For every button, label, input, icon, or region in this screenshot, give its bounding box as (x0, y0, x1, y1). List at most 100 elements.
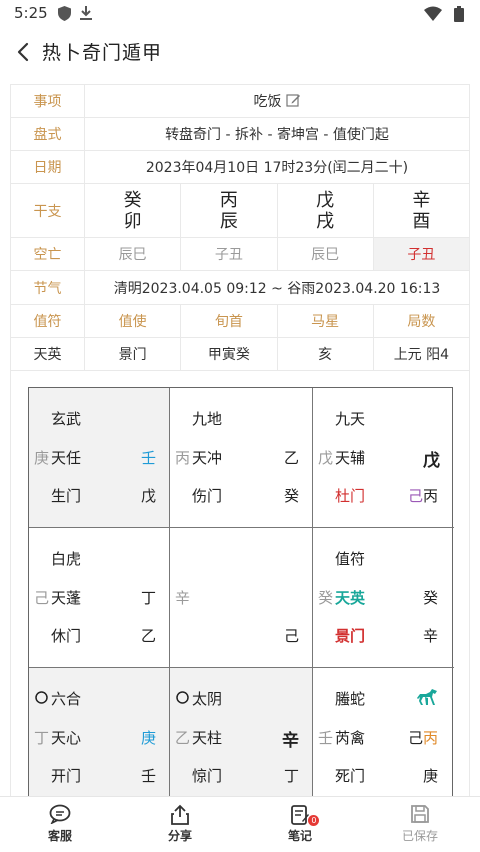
palace-door: 开门 (51, 767, 82, 785)
palace-door: 死门 (335, 767, 366, 785)
palace-star: 天冲 (192, 449, 223, 467)
palace-god: 白虎 (51, 550, 82, 568)
circle-marker-icon (176, 691, 189, 704)
date-value: 2023年04月10日 17时23分(闰二月二十) (84, 150, 470, 184)
day-pillar: 戊戌 (276, 183, 374, 238)
palace-god: 玄武 (51, 410, 82, 428)
palace-star: 天英 (335, 589, 366, 607)
chat-icon (49, 804, 71, 824)
palace-star: 天心 (51, 729, 82, 747)
palace-door: 惊门 (192, 767, 223, 785)
palace-door: 杜门 (335, 487, 366, 505)
nav-label: 分享 (167, 829, 192, 843)
year-stem: 癸 (123, 189, 142, 211)
value-xunshou: 甲寅癸 (180, 337, 278, 371)
ganzhi-label: 干支 (10, 183, 85, 238)
hidden-stem: 己 (34, 589, 50, 607)
palace-tengshe[interactable]: 螣蛇 壬 芮禽 己 丙 死门 庚 (313, 668, 454, 808)
bottom-nav: 客服 分享 0 笔记 已保存 (0, 796, 480, 852)
horse-icon (417, 689, 437, 705)
hour-stem: 辛 (412, 189, 431, 211)
heaven-stem: 壬 (141, 449, 157, 467)
month-pillar: 丙辰 (180, 183, 278, 238)
heaven-stem: 乙 (284, 449, 300, 467)
jieqi-label: 节气 (10, 270, 85, 305)
jieqi-value: 清明2023.04.05 09:12 ~ 谷雨2023.04.20 16:13 (84, 270, 470, 305)
month-branch: 辰 (219, 210, 238, 232)
palace-god: 九地 (192, 410, 223, 428)
day-kongwang: 辰巳 (276, 237, 374, 271)
date-label: 日期 (10, 150, 85, 184)
day-stem: 戊 (316, 189, 335, 211)
palace-god: 九天 (335, 410, 366, 428)
nav-label: 笔记 (287, 829, 312, 843)
shield-icon (58, 6, 71, 21)
matter-label: 事项 (10, 84, 85, 118)
pan-style-value: 转盘奇门 - 拆补 - 寄坤宫 - 值使门起 (84, 117, 470, 151)
header-zhishi: 值使 (83, 304, 182, 338)
nav-customer-service[interactable]: 客服 (0, 797, 120, 852)
hidden-stem: 戊 (318, 449, 334, 467)
nav-notes[interactable]: 0 笔记 (240, 797, 360, 852)
header-jushu: 局数 (372, 304, 471, 338)
nav-share[interactable]: 分享 (120, 797, 240, 852)
battery-icon (454, 6, 464, 22)
hidden-stem: 庚 (34, 449, 50, 467)
palace-jiudi[interactable]: 九地 丙 天冲 乙 伤门 癸 (170, 388, 313, 528)
palace-xuanwu[interactable]: 玄武 庚 天任 壬 生门 戊 (29, 388, 170, 528)
header-maxing: 马星 (276, 304, 374, 338)
value-zhifu: 天英 (10, 337, 85, 371)
heaven-stem: 丁 (141, 589, 157, 607)
kongwang-label: 空亡 (10, 237, 85, 271)
value-jushu: 上元 阳4 (372, 337, 471, 371)
palace-zhifu[interactable]: 值符 癸 天英 癸 景门 辛 (313, 528, 454, 668)
edit-icon[interactable] (285, 93, 301, 108)
earth-stem-1: 己 (408, 487, 424, 505)
year-pillar: 癸卯 (83, 183, 182, 238)
palace-center[interactable]: 辛 己 (170, 528, 313, 668)
earth-stem: 乙 (141, 627, 157, 645)
nav-label: 已保存 (401, 829, 438, 843)
pan-style-label: 盘式 (10, 117, 85, 151)
hour-pillar: 辛酉 (372, 183, 471, 238)
share-icon (171, 804, 189, 825)
heaven-stem: 庚 (141, 729, 157, 747)
palace-star: 芮禽 (335, 729, 366, 747)
palace-door: 生门 (51, 487, 82, 505)
value-zhishi: 景门 (83, 337, 182, 371)
palace-star: 天蓬 (51, 589, 82, 607)
hour-branch: 酉 (412, 210, 431, 232)
earth-stem: 壬 (141, 767, 157, 785)
palace-baihu[interactable]: 白虎 己 天蓬 丁 休门 乙 (29, 528, 170, 668)
palace-god: 值符 (335, 550, 366, 568)
download-icon (80, 6, 92, 20)
year-branch: 卯 (123, 210, 142, 232)
year-kongwang: 辰巳 (83, 237, 182, 271)
palace-taiyin[interactable]: 太阴 乙 天柱 辛 惊门 丁 (170, 668, 313, 808)
earth-stem: 庚 (423, 767, 439, 785)
palace-jiutian[interactable]: 九天 戊 天辅 戊 杜门 己 丙 (313, 388, 454, 528)
palace-star: 天辅 (335, 449, 366, 467)
palace-god: 螣蛇 (335, 690, 366, 708)
palace-liuhe[interactable]: 六合 丁 天心 庚 开门 壬 (29, 668, 170, 808)
earth-stem: 癸 (284, 487, 300, 505)
earth-stem: 丁 (284, 767, 300, 785)
earth-stem: 己 (284, 627, 300, 645)
status-bar: 5:25 (0, 0, 480, 28)
value-maxing: 亥 (276, 337, 374, 371)
matter-cell[interactable]: 吃饭 (84, 84, 470, 118)
palace-god: 六合 (51, 690, 82, 708)
page-title: 热卜奇门遁甲 (42, 42, 163, 64)
palace-grid: 玄武 庚 天任 壬 生门 戊 九地 丙 天冲 乙 伤门 癸 九天 戊 天辅 戊 … (28, 387, 454, 809)
heaven-stem: 戊 (423, 451, 440, 471)
hour-kongwang: 子丑 (372, 237, 471, 271)
palace-board: 玄武 庚 天任 壬 生门 戊 九地 丙 天冲 乙 伤门 癸 九天 戊 天辅 戊 … (10, 370, 470, 809)
back-arrow-icon[interactable] (10, 38, 38, 66)
wifi-icon (424, 6, 442, 21)
palace-door: 景门 (335, 627, 366, 645)
notes-badge: 0 (308, 815, 320, 826)
nav-saved[interactable]: 已保存 (360, 797, 480, 852)
save-icon (411, 805, 429, 823)
hidden-stem: 丙 (175, 449, 191, 467)
earth-stem: 辛 (423, 627, 439, 645)
